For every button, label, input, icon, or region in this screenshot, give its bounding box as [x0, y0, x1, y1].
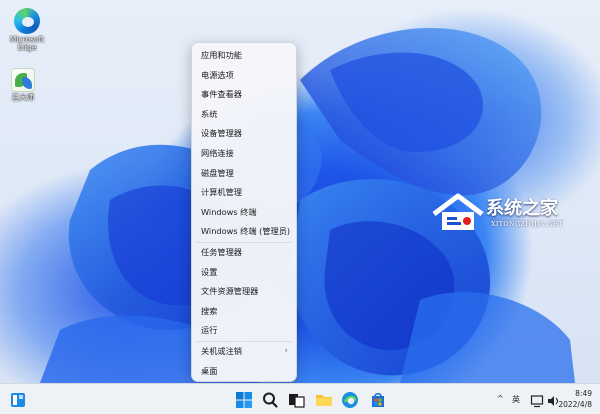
- store-icon: [372, 392, 384, 407]
- menu-item-label: 设备管理器: [201, 128, 242, 139]
- windows-logo-icon: [236, 392, 252, 408]
- menu-item-label: 搜索: [201, 305, 218, 316]
- menu-item-label: 应用和功能: [201, 50, 242, 60]
- menu-item-task-manager[interactable]: 任务管理器: [192, 243, 296, 263]
- edge-taskbar-button[interactable]: [340, 390, 360, 410]
- menu-item-windows-terminal[interactable]: Windows 终端: [192, 203, 296, 223]
- menu-item-shutdown-signout[interactable]: 关机或注销 ›: [192, 342, 296, 362]
- edge-icon: [14, 8, 40, 34]
- watermark-subtitle: XITONGZHIJIA.NET: [491, 220, 563, 228]
- menu-item-label: Windows 终端: [201, 206, 257, 217]
- menu-item-label: 桌面: [201, 365, 218, 376]
- menu-item-disk-management[interactable]: 磁盘管理: [192, 164, 296, 184]
- store-button[interactable]: [368, 390, 388, 410]
- menu-item-system[interactable]: 系统: [192, 105, 296, 125]
- menu-item-label: 网络连接: [201, 147, 234, 158]
- input-language-indicator[interactable]: 英: [512, 394, 520, 405]
- menu-item-network-connections[interactable]: 网络连接: [192, 144, 296, 164]
- menu-item-desktop[interactable]: 桌面: [192, 362, 296, 382]
- menu-item-power-options[interactable]: 电源选项: [192, 66, 296, 86]
- watermark-house-icon: [432, 193, 484, 230]
- menu-item-run[interactable]: 运行: [192, 321, 296, 341]
- watermark: 系统之家 XITONGZHIJIA.NET: [430, 190, 600, 232]
- monitor-network-icon: [530, 395, 544, 408]
- menu-item-settings[interactable]: 设置: [192, 263, 296, 283]
- desktop: Microsoft Edge 石大师 系统之家 XITONGZHIJIA.NET: [0, 0, 600, 383]
- menu-item-label: 文件资源管理器: [201, 286, 259, 297]
- tray-overflow-chevron[interactable]: ^: [497, 394, 504, 403]
- desktop-icon-edge[interactable]: Microsoft Edge: [4, 8, 50, 52]
- clock-date: 2022/4/8: [558, 400, 592, 409]
- menu-item-label: Windows 终端 (管理员): [201, 226, 291, 237]
- task-view-button[interactable]: [286, 390, 306, 410]
- file-explorer-button[interactable]: [314, 390, 334, 410]
- desktop-icon-label: 石大师: [11, 93, 35, 102]
- edge-icon: [342, 392, 358, 408]
- menu-item-label: 事件查看器: [201, 89, 242, 100]
- folder-icon: [316, 395, 332, 406]
- menu-item-event-viewer[interactable]: 事件查看器: [192, 85, 296, 105]
- clock[interactable]: 8:49 2022/4/8: [558, 388, 592, 410]
- widgets-icon: [11, 393, 25, 407]
- menu-item-label: 系统: [201, 108, 218, 119]
- menu-item-label: 计算机管理: [201, 187, 242, 198]
- network-button[interactable]: [530, 393, 544, 408]
- widgets-button[interactable]: [8, 390, 28, 410]
- clock-time: 8:49: [575, 389, 592, 398]
- menu-item-search[interactable]: 搜索: [192, 302, 296, 322]
- app-icon: [11, 68, 35, 92]
- task-view-icon: [289, 394, 305, 408]
- menu-item-label: 磁盘管理: [201, 167, 234, 178]
- menu-item-apps-features[interactable]: 应用和功能: [192, 46, 296, 66]
- menu-item-device-manager[interactable]: 设备管理器: [192, 124, 296, 144]
- desktop-icon-app[interactable]: 石大师: [0, 68, 46, 102]
- menu-item-label: 设置: [201, 266, 218, 277]
- chevron-right-icon: ›: [284, 345, 288, 356]
- menu-item-file-explorer[interactable]: 文件资源管理器: [192, 282, 296, 302]
- search-button[interactable]: [260, 390, 280, 410]
- desktop-icon-label: Edge: [17, 43, 37, 52]
- search-icon: [263, 392, 278, 408]
- menu-item-windows-terminal-admin[interactable]: Windows 终端 (管理员): [192, 222, 296, 242]
- watermark-title: 系统之家: [486, 198, 558, 219]
- start-button[interactable]: [234, 390, 254, 410]
- menu-item-label: 任务管理器: [201, 246, 242, 257]
- menu-item-label: 关机或注销: [201, 345, 242, 356]
- menu-item-label: 电源选项: [201, 69, 234, 80]
- menu-item-label: 运行: [201, 325, 218, 336]
- context-menu: 应用和功能 电源选项 事件查看器 系统 设备管理器 网络连接 磁盘管理 计算机管…: [191, 42, 297, 382]
- menu-item-computer-management[interactable]: 计算机管理: [192, 183, 296, 203]
- taskbar: ^ 英 8:49 2022/4/8: [0, 383, 600, 414]
